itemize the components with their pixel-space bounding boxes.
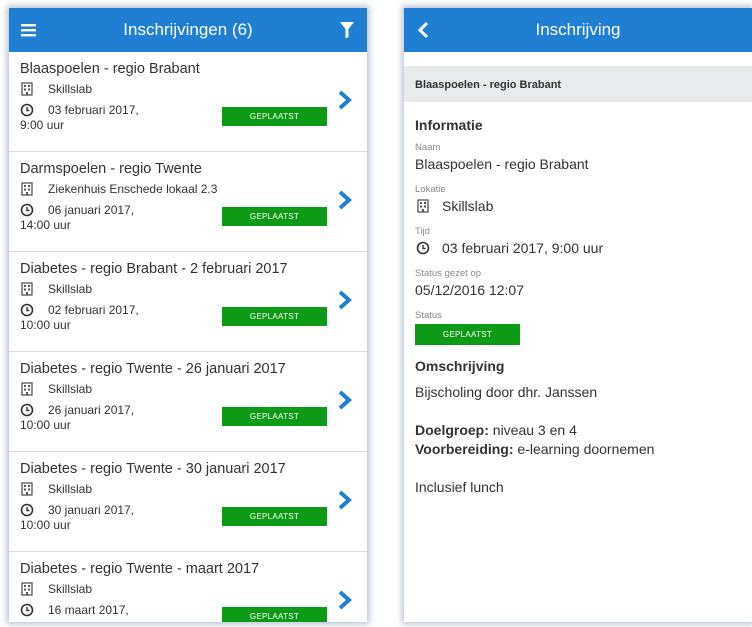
voorbereiding-line: Voorbereiding: e-learning doornemen (415, 440, 741, 459)
item-name: Diabetes - regio Twente - maart 2017 (20, 561, 260, 577)
page-title: Inschrijvingen (6) (123, 20, 253, 39)
chevron-right-icon[interactable] (337, 489, 353, 511)
item-date: 30 januari 2017, (48, 503, 135, 517)
building-icon (21, 282, 33, 296)
tijd-value: 03 februari 2017, 9:00 uur (442, 240, 604, 256)
list-item[interactable]: Darmspoelen - regio Twente Ziekenhuis En… (9, 152, 367, 252)
item-location-row: Skillslab (20, 382, 367, 396)
item-name: Blaaspoelen - regio Brabant (20, 61, 200, 77)
status-gezet-value: 05/12/2016 12:07 (415, 282, 524, 298)
item-date: 16 maart 2017, (48, 603, 129, 617)
item-location-row: Skillslab (20, 582, 367, 596)
clock-icon (20, 603, 34, 617)
detail-subtitle: Blaaspoelen - regio Brabant (404, 66, 752, 102)
clock-icon (20, 203, 34, 217)
clock-icon (20, 303, 34, 317)
chevron-right-icon[interactable] (337, 289, 353, 311)
item-date: 06 januari 2017, (48, 203, 135, 217)
app-bar: Inschrijving (404, 8, 752, 52)
lokatie-row: Skillslab (415, 198, 741, 214)
building-icon (21, 82, 33, 96)
clock-icon (20, 103, 34, 117)
item-location-row: Skillslab (20, 482, 367, 496)
registrations-list-screen: Inschrijvingen (6) Blaaspoelen - regio B… (9, 8, 367, 622)
item-location: Skillslab (48, 482, 93, 496)
doelgroep-line: Doelgroep: niveau 3 en 4 (415, 421, 741, 440)
tijd-label: Tijd (415, 226, 430, 237)
naam-value: Blaaspoelen - regio Brabant (415, 156, 589, 172)
page-title: Inschrijving (535, 20, 621, 39)
clock-icon (20, 403, 34, 417)
chevron-right-icon[interactable] (337, 589, 353, 611)
status-badge: GEPLAATST (222, 607, 327, 622)
doelgroep-label: Doelgroep: (415, 422, 489, 438)
chevron-left-icon[interactable] (414, 20, 434, 40)
hamburger-icon[interactable] (19, 20, 39, 40)
app-bar: Inschrijvingen (6) (9, 8, 367, 52)
building-icon (21, 482, 33, 496)
item-location-row: Skillslab (20, 82, 367, 96)
item-location-row: Skillslab (20, 282, 367, 296)
list-item[interactable]: Diabetes - regio Twente - 26 januari 201… (9, 352, 367, 452)
status-badge: GEPLAATST (222, 107, 327, 126)
lokatie-label: Lokatie (415, 184, 446, 195)
detail-body: Informatie Naam Blaaspoelen - regio Brab… (404, 102, 752, 512)
building-icon (21, 582, 33, 596)
status-gezet-label: Status gezet op (415, 268, 482, 279)
section-heading-omschrijving: Omschrijving (415, 358, 505, 374)
registration-detail-screen: Inschrijving Blaaspoelen - regio Brabant… (404, 8, 752, 622)
list-item[interactable]: Diabetes - regio Twente - maart 2017 Ski… (9, 552, 367, 622)
lokatie-value: Skillslab (442, 198, 494, 214)
clock-icon (20, 503, 34, 517)
status-badge: GEPLAATST (222, 207, 327, 226)
item-date: 26 januari 2017, (48, 403, 135, 417)
item-date: 03 februari 2017, (48, 103, 139, 117)
extra-text: Inclusief lunch (415, 479, 504, 495)
list-item[interactable]: Diabetes - regio Brabant - 2 februari 20… (9, 252, 367, 352)
item-name: Diabetes - regio Brabant - 2 februari 20… (20, 261, 288, 277)
doelgroep-value: niveau 3 en 4 (488, 422, 577, 438)
item-name: Diabetes - regio Twente - 26 januari 201… (20, 361, 286, 377)
item-location: Skillslab (48, 382, 93, 396)
building-icon (21, 182, 33, 196)
chevron-right-icon[interactable] (337, 389, 353, 411)
item-date: 02 februari 2017, (48, 303, 139, 317)
item-location: Skillslab (48, 82, 93, 96)
status-label: Status (415, 310, 442, 321)
status-badge: GEPLAATST (222, 407, 327, 426)
naam-label: Naam (415, 142, 441, 153)
item-location: Ziekenhuis Enschede lokaal 2.3 (48, 182, 218, 196)
chevron-right-icon[interactable] (337, 189, 353, 211)
list-item[interactable]: Diabetes - regio Twente - 30 januari 201… (9, 452, 367, 552)
building-icon (21, 382, 33, 396)
voorbereiding-value: e-learning doornemen (513, 441, 655, 457)
filter-icon[interactable] (337, 20, 357, 40)
item-location: Skillslab (48, 582, 93, 596)
item-name: Diabetes - regio Twente - 30 januari 201… (20, 461, 286, 477)
tijd-row: 03 februari 2017, 9:00 uur (415, 240, 741, 256)
chevron-right-icon[interactable] (337, 89, 353, 111)
section-heading-informatie: Informatie (415, 117, 483, 133)
item-location-row: Ziekenhuis Enschede lokaal 2.3 (20, 182, 367, 196)
list-item[interactable]: Blaaspoelen - regio Brabant Skillslab 03… (9, 52, 367, 152)
registrations-list: Blaaspoelen - regio Brabant Skillslab 03… (9, 52, 367, 622)
item-location: Skillslab (48, 282, 93, 296)
status-badge: GEPLAATST (222, 307, 327, 326)
voorbereiding-label: Voorbereiding: (415, 441, 514, 457)
building-icon (417, 199, 429, 213)
status-badge: GEPLAATST (222, 507, 327, 526)
item-name: Darmspoelen - regio Twente (20, 161, 202, 177)
status-badge: GEPLAATST (415, 324, 520, 345)
clock-icon (416, 241, 430, 255)
omschrijving-text: Bijscholing door dhr. Janssen (415, 384, 598, 400)
